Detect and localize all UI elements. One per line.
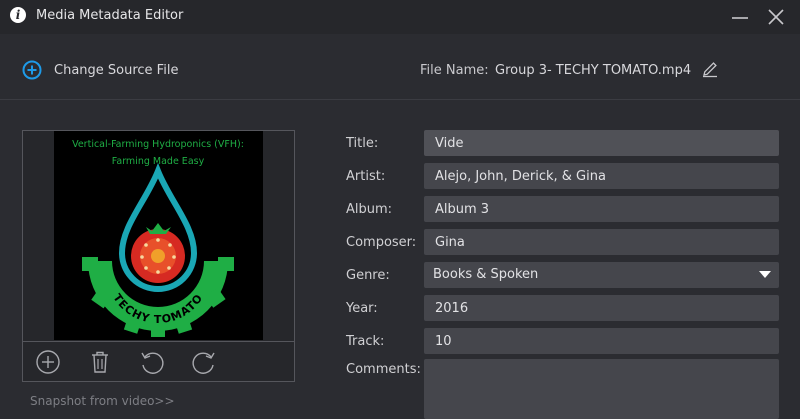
add-circle-icon (22, 60, 42, 80)
minimize-icon[interactable] (730, 7, 750, 27)
file-name-label: File Name: (420, 63, 489, 78)
chevron-down-icon (759, 271, 771, 278)
file-name-value: Group 3- TECHY TOMATO.mp4 (495, 63, 692, 78)
cover-image[interactable]: Vertical-Farming Hydroponics (VFH): Farm… (54, 131, 263, 340)
track-field[interactable] (424, 328, 779, 354)
artist-field[interactable] (424, 163, 779, 189)
genre-select[interactable]: Books & Spoken (424, 262, 779, 288)
year-label: Year: (346, 301, 378, 316)
title-field[interactable] (424, 130, 779, 156)
rotate-right-icon[interactable] (191, 349, 217, 375)
track-label: Track: (346, 334, 385, 349)
genre-value: Books & Spoken (433, 267, 539, 282)
cover-title-line1: Vertical-Farming Hydroponics (VFH): (72, 139, 244, 150)
title-bar: i Media Metadata Editor (0, 0, 800, 34)
snapshot-link[interactable]: Snapshot from video>> (30, 394, 175, 408)
add-image-icon[interactable] (35, 349, 61, 375)
change-source-button[interactable]: Change Source File (22, 60, 178, 80)
album-field[interactable] (424, 196, 779, 222)
album-label: Album: (346, 202, 393, 217)
comments-label: Comments: (346, 362, 421, 377)
artist-label: Artist: (346, 169, 386, 184)
rotate-left-icon[interactable] (139, 349, 165, 375)
year-field[interactable] (424, 295, 779, 321)
info-icon: i (10, 7, 26, 23)
composer-label: Composer: (346, 235, 417, 250)
comments-field[interactable] (424, 359, 779, 419)
composer-field[interactable] (424, 229, 779, 255)
cover-divider (23, 341, 294, 342)
trash-icon[interactable] (87, 349, 113, 375)
window-title: Media Metadata Editor (36, 8, 184, 23)
genre-label: Genre: (346, 268, 390, 283)
change-source-label: Change Source File (54, 62, 179, 78)
close-icon[interactable] (766, 7, 786, 27)
file-toolbar: Change Source File File Name: Group 3- T… (0, 34, 800, 100)
cover-panel: Vertical-Farming Hydroponics (VFH): Farm… (22, 130, 295, 382)
pencil-icon[interactable] (701, 60, 719, 78)
title-label: Title: (346, 136, 379, 151)
